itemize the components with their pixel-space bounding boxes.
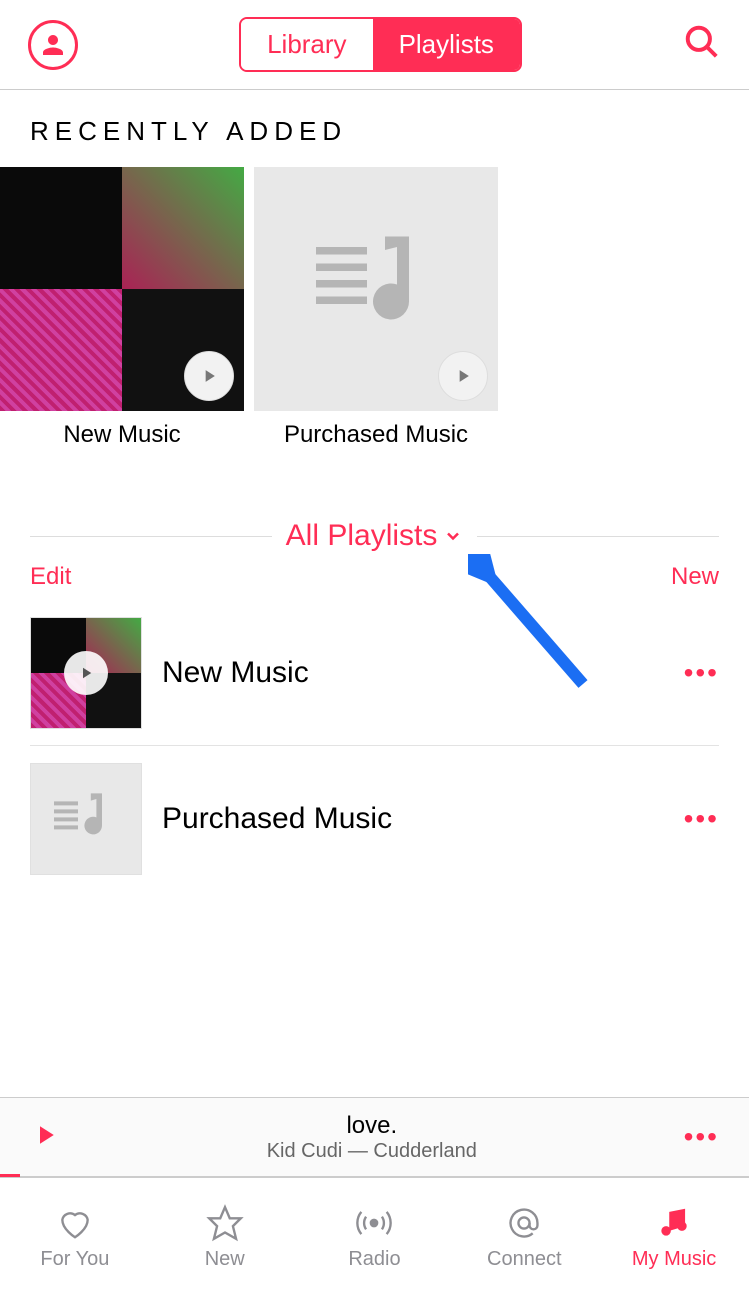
now-playing-title: love. xyxy=(60,1112,684,1140)
main-content: RECENTLY ADDED New Music Purchased xyxy=(0,90,749,891)
now-playing-bar[interactable]: love. Kid Cudi — Cudderland ••• xyxy=(0,1097,749,1177)
now-playing-more-button[interactable]: ••• xyxy=(684,1121,719,1153)
play-icon xyxy=(453,366,473,386)
person-icon xyxy=(38,30,68,60)
playlist-title: New Music xyxy=(162,656,664,690)
profile-button[interactable] xyxy=(28,20,78,70)
segment-playlists[interactable]: Playlists xyxy=(373,19,520,70)
recently-added-card[interactable]: Purchased Music xyxy=(254,167,498,449)
radio-icon xyxy=(355,1204,393,1242)
more-button[interactable]: ••• xyxy=(684,803,719,835)
album-art xyxy=(0,167,244,411)
play-icon xyxy=(77,664,95,682)
recently-added-card[interactable]: New Music xyxy=(0,167,244,449)
playlist-row[interactable]: Purchased Music ••• xyxy=(30,746,719,891)
recently-added-shelf[interactable]: New Music Purchased Music xyxy=(0,167,749,449)
now-playing-subtitle: Kid Cudi — Cudderland xyxy=(60,1140,684,1163)
playlist-thumb xyxy=(30,763,142,875)
at-icon xyxy=(505,1204,543,1242)
new-button[interactable]: New xyxy=(671,563,719,591)
playlist-filter-row: All Playlists xyxy=(30,519,719,553)
play-button[interactable] xyxy=(30,1120,60,1155)
search-button[interactable] xyxy=(683,23,721,66)
chevron-down-icon xyxy=(443,526,463,546)
tab-radio[interactable]: Radio xyxy=(300,1178,450,1297)
row-play-button[interactable] xyxy=(64,651,108,695)
music-list-placeholder-icon xyxy=(301,214,451,364)
recently-added-heading: RECENTLY ADDED xyxy=(0,116,749,167)
card-label: New Music xyxy=(0,411,244,449)
tab-label: For You xyxy=(40,1248,109,1271)
tab-label: Connect xyxy=(487,1248,562,1271)
segment-library[interactable]: Library xyxy=(241,19,372,70)
tab-connect[interactable]: Connect xyxy=(449,1178,599,1297)
album-art xyxy=(254,167,498,411)
playlist-thumb xyxy=(30,617,142,729)
library-playlists-segmented-control: Library Playlists xyxy=(239,17,522,72)
card-play-button[interactable] xyxy=(184,351,234,401)
tab-label: My Music xyxy=(632,1248,716,1271)
playlist-filter-label: All Playlists xyxy=(286,519,438,553)
search-icon xyxy=(683,23,721,61)
star-icon xyxy=(206,1204,244,1242)
playlist-list: New Music ••• Purchased Music ••• xyxy=(0,601,749,891)
tab-for-you[interactable]: For You xyxy=(0,1178,150,1297)
card-play-button[interactable] xyxy=(438,351,488,401)
edit-button[interactable]: Edit xyxy=(30,563,71,591)
top-bar: Library Playlists xyxy=(0,0,749,90)
tab-bar: For You New Radio Connect My Music xyxy=(0,1177,749,1297)
playlist-title: Purchased Music xyxy=(162,802,664,836)
play-icon xyxy=(199,366,219,386)
tab-label: Radio xyxy=(348,1248,400,1271)
tab-new[interactable]: New xyxy=(150,1178,300,1297)
tab-label: New xyxy=(205,1248,245,1271)
more-button[interactable]: ••• xyxy=(684,657,719,689)
music-note-icon xyxy=(655,1204,693,1242)
playlist-row[interactable]: New Music ••• xyxy=(30,601,719,746)
music-list-placeholder-icon xyxy=(46,779,126,859)
now-playing-info: love. Kid Cudi — Cudderland xyxy=(60,1112,684,1163)
tab-my-music[interactable]: My Music xyxy=(599,1178,749,1297)
play-icon xyxy=(30,1120,60,1150)
card-label: Purchased Music xyxy=(254,411,498,449)
heart-icon xyxy=(56,1204,94,1242)
playlist-filter-dropdown[interactable]: All Playlists xyxy=(272,519,478,553)
playlist-actions-row: Edit New xyxy=(0,553,749,601)
